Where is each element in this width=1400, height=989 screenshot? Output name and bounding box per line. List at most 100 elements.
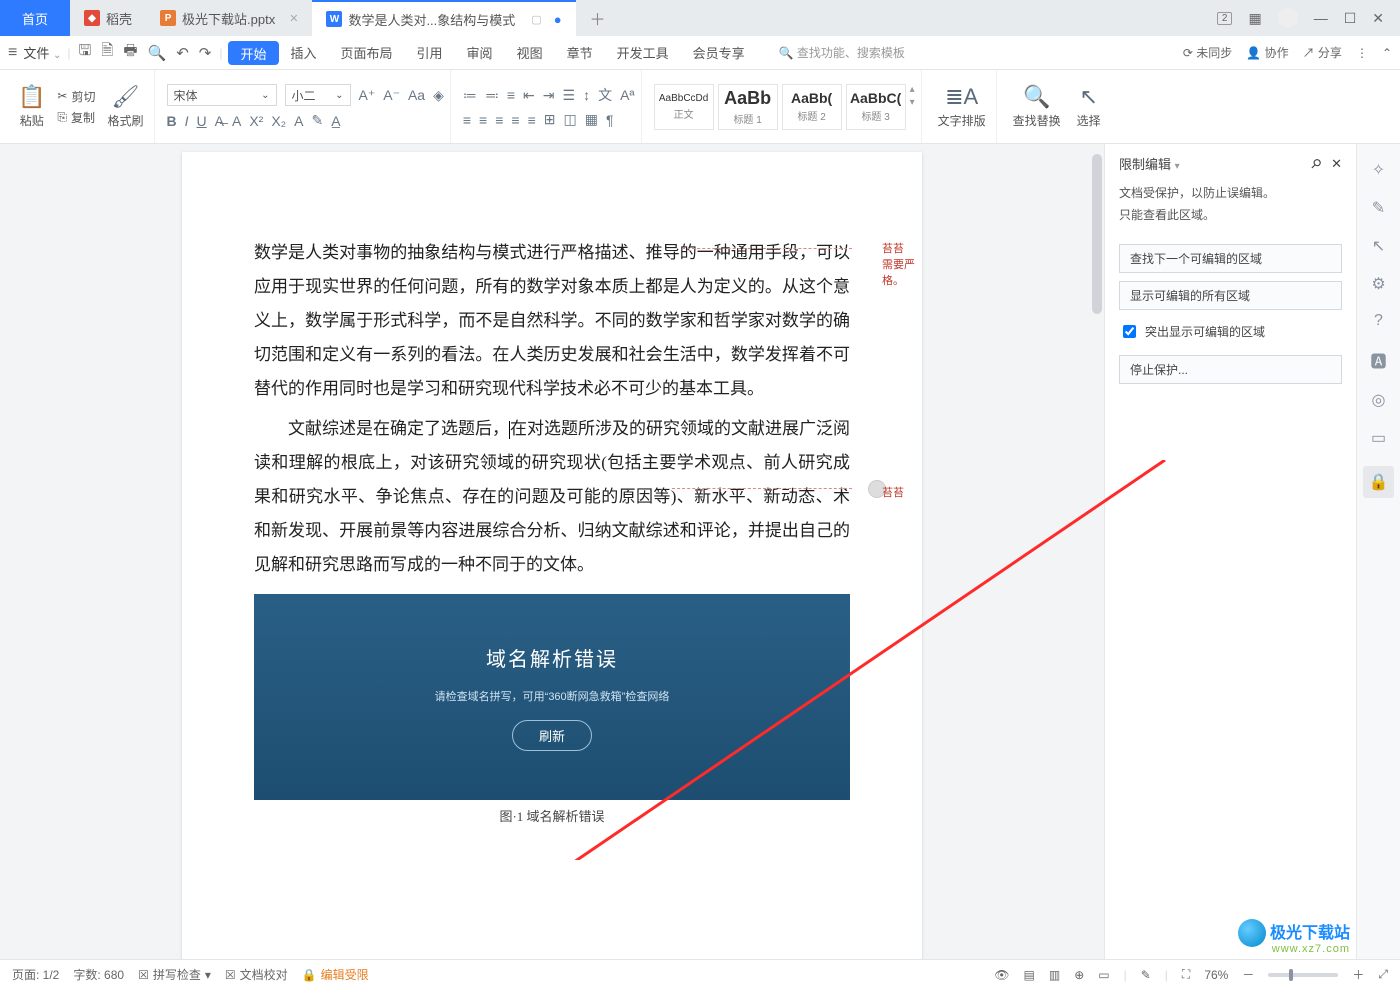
avatar-icon[interactable] bbox=[1278, 8, 1298, 28]
tab-stops-icon[interactable]: ⊞ bbox=[544, 111, 556, 128]
new-tab-button[interactable]: ＋ bbox=[576, 0, 620, 36]
strike-icon[interactable]: A̶ bbox=[215, 113, 224, 129]
ribbon-tab-dev[interactable]: 开发工具 bbox=[605, 36, 681, 69]
apps-icon[interactable]: ▦ bbox=[1248, 10, 1261, 27]
sync-status[interactable]: ⟳ 未同步 bbox=[1183, 44, 1232, 61]
clear-format-icon[interactable]: ◈ bbox=[433, 87, 444, 104]
more-icon[interactable]: ⋮ bbox=[1356, 46, 1368, 60]
share-button[interactable]: ↗ 分享 bbox=[1303, 44, 1342, 61]
view-layout-icon[interactable]: ▤ bbox=[1024, 968, 1035, 982]
cut-button[interactable]: ✂ 剪切 bbox=[57, 88, 95, 105]
emphasis-icon[interactable]: A bbox=[232, 113, 241, 129]
zoom-out-icon[interactable]: － bbox=[1242, 966, 1254, 983]
rail-read-icon[interactable]: ▭ bbox=[1371, 428, 1386, 448]
comment-2[interactable]: 苔苔 bbox=[882, 484, 904, 500]
numbering-icon[interactable]: ≕ bbox=[485, 87, 499, 104]
copy-button[interactable]: ⎘ 复制 bbox=[57, 109, 95, 126]
ribbon-tab-section[interactable]: 章节 bbox=[555, 36, 605, 69]
ribbon-tab-reference[interactable]: 引用 bbox=[405, 36, 455, 69]
zoom-fit-icon[interactable]: ⛶ bbox=[1182, 967, 1190, 982]
panel-close-icon[interactable]: ✕ bbox=[1331, 156, 1342, 171]
find-next-region-button[interactable]: 查找下一个可编辑的区域 bbox=[1119, 244, 1342, 273]
rail-settings-icon[interactable]: ⚙ bbox=[1371, 274, 1385, 294]
line-spacing-icon[interactable]: ↕ bbox=[583, 87, 590, 103]
file-menu[interactable]: 文件 ⌄ bbox=[23, 43, 61, 62]
tab-close-icon[interactable]: ✕ bbox=[289, 12, 298, 25]
pin-icon[interactable]: ⚲ bbox=[1306, 154, 1324, 172]
align-distribute-icon[interactable]: ≡ bbox=[528, 112, 536, 128]
borders-icon[interactable]: ▦ bbox=[585, 111, 598, 128]
tab-home[interactable]: 首页 bbox=[0, 0, 70, 36]
page-indicator[interactable]: 页面: 1/2 bbox=[12, 966, 59, 983]
text-dir-icon[interactable]: 文 bbox=[598, 85, 612, 105]
cooperate-button[interactable]: 👤 协作 bbox=[1246, 44, 1288, 61]
fullscreen-icon[interactable]: ⤢ bbox=[1378, 967, 1388, 982]
view-outline-icon[interactable]: ▥ bbox=[1049, 968, 1060, 982]
word-count[interactable]: 字数: 680 bbox=[73, 966, 124, 983]
rail-location-icon[interactable]: ◎ bbox=[1372, 390, 1386, 410]
comment-1[interactable]: 苔苔 需要严格。 bbox=[882, 240, 922, 288]
zoom-slider[interactable] bbox=[1268, 973, 1338, 977]
char-border-icon[interactable]: A̲ bbox=[331, 113, 340, 129]
outline-icon[interactable]: ≡ bbox=[507, 87, 515, 103]
stop-protection-button[interactable]: 停止保护... bbox=[1119, 355, 1342, 384]
styles-scroller[interactable]: ▴▾ bbox=[910, 84, 915, 108]
rail-help-icon[interactable]: ? bbox=[1374, 312, 1383, 330]
note-icon[interactable]: ✎ bbox=[1141, 968, 1151, 982]
zoom-in-icon[interactable]: ＋ bbox=[1352, 966, 1364, 983]
ribbon-tab-member[interactable]: 会员专享 bbox=[681, 36, 757, 69]
highlight-checkbox-input[interactable] bbox=[1123, 325, 1136, 338]
para-marks-icon[interactable]: ¶ bbox=[606, 112, 614, 128]
collapse-ribbon-icon[interactable]: ⌃ bbox=[1382, 46, 1392, 60]
save-icon[interactable]: 🖫 bbox=[79, 40, 92, 65]
align-left-icon[interactable]: ≡ bbox=[463, 112, 471, 128]
shrink-font-icon[interactable]: A⁻ bbox=[383, 87, 400, 104]
redo-icon[interactable]: ↷ bbox=[199, 44, 212, 62]
rail-style-icon[interactable]: ✎ bbox=[1372, 198, 1385, 218]
font-color-icon[interactable]: A bbox=[294, 113, 303, 129]
format-painter-button[interactable]: 🖌格式刷 bbox=[103, 84, 147, 129]
tab-daoke[interactable]: ◆ 稻壳 bbox=[70, 0, 146, 36]
text-layout-button[interactable]: ≣A文字排版 bbox=[934, 84, 990, 129]
zoom-level[interactable]: 76% bbox=[1204, 968, 1228, 982]
minimize-button[interactable]: — bbox=[1314, 10, 1328, 26]
find-replace-button[interactable]: 🔍查找替换 bbox=[1009, 84, 1065, 129]
proofread-toggle[interactable]: ☒ 文档校对 bbox=[225, 966, 288, 983]
window-badge[interactable]: 2 bbox=[1217, 12, 1233, 25]
grow-font-icon[interactable]: A⁺ bbox=[359, 87, 376, 104]
align-right-icon[interactable]: ≡ bbox=[495, 112, 503, 128]
undo-icon[interactable]: ↶ bbox=[176, 44, 189, 62]
change-case-icon[interactable]: Aa bbox=[408, 87, 425, 103]
ribbon-tab-insert[interactable]: 插入 bbox=[279, 36, 329, 69]
rail-lock-icon[interactable]: 🔒 bbox=[1363, 466, 1395, 498]
subscript-icon[interactable]: X₂ bbox=[271, 113, 286, 129]
style-h2[interactable]: AaBb(标题 2 bbox=[782, 84, 842, 130]
rail-new-icon[interactable]: ✧ bbox=[1372, 160, 1385, 180]
eye-mode-icon[interactable]: 👁 bbox=[994, 968, 1009, 982]
print-preview-icon[interactable]: 🔍 bbox=[148, 44, 167, 62]
view-reading-icon[interactable]: ▭ bbox=[1098, 968, 1109, 982]
rail-select-icon[interactable]: ↖ bbox=[1372, 236, 1385, 256]
align-center-icon[interactable]: ≡ bbox=[479, 112, 487, 128]
style-h1[interactable]: AaBb标题 1 bbox=[718, 84, 778, 130]
edit-restricted-indicator[interactable]: 🔒 编辑受限 bbox=[302, 966, 369, 983]
document-page[interactable]: 数学是人类对事物的抽象结构与模式进行严格描述、推导的一种通用手段，可以应用于现实… bbox=[182, 152, 922, 959]
menu-icon[interactable]: ≡ bbox=[8, 44, 17, 62]
vertical-scrollbar[interactable] bbox=[1090, 144, 1104, 959]
style-h3[interactable]: AaBbC(标题 3 bbox=[846, 84, 906, 130]
font-name-select[interactable]: 宋体⌄ bbox=[167, 84, 277, 106]
ribbon-tab-view[interactable]: 视图 bbox=[505, 36, 555, 69]
style-normal[interactable]: AaBbCcDd正文 bbox=[654, 84, 714, 130]
close-window-button[interactable]: ✕ bbox=[1372, 10, 1384, 27]
rail-translate-icon[interactable]: 🅰 bbox=[1370, 348, 1386, 372]
ribbon-tab-layout[interactable]: 页面布局 bbox=[329, 36, 405, 69]
print-icon[interactable]: 🖶 bbox=[123, 40, 137, 65]
save-as-icon[interactable]: 🗎 bbox=[101, 40, 113, 65]
select-button[interactable]: ↖选择 bbox=[1073, 84, 1105, 129]
tab-doc-active[interactable]: W 数学是人类对...象结构与模式 ▢ ● bbox=[312, 0, 575, 36]
spell-check-toggle[interactable]: ☒ 拼写检查 ▾ bbox=[138, 966, 211, 983]
ribbon-tab-review[interactable]: 审阅 bbox=[455, 36, 505, 69]
bold-icon[interactable]: B bbox=[167, 113, 177, 129]
italic-icon[interactable]: I bbox=[185, 113, 189, 129]
underline-icon[interactable]: U bbox=[197, 113, 207, 129]
